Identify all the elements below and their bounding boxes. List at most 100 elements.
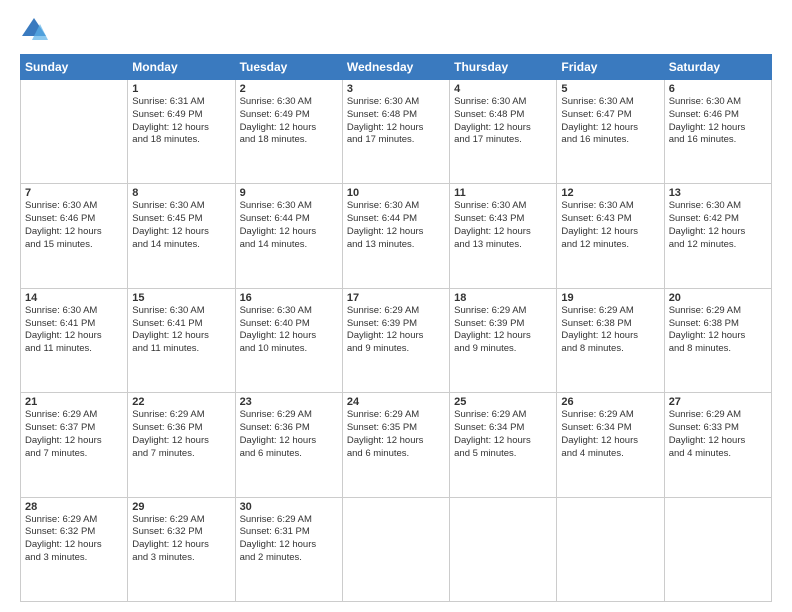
- date-number: 29: [132, 501, 230, 513]
- cell-info: Sunrise: 6:31 AM Sunset: 6:49 PM Dayligh…: [132, 96, 230, 147]
- date-number: 27: [669, 396, 767, 408]
- cell-info: Sunrise: 6:30 AM Sunset: 6:44 PM Dayligh…: [347, 200, 445, 251]
- calendar-cell: [450, 497, 557, 601]
- date-number: 25: [454, 396, 552, 408]
- calendar-cell: 11Sunrise: 6:30 AM Sunset: 6:43 PM Dayli…: [450, 184, 557, 288]
- calendar-cell: 23Sunrise: 6:29 AM Sunset: 6:36 PM Dayli…: [235, 393, 342, 497]
- date-number: 22: [132, 396, 230, 408]
- calendar-cell: 5Sunrise: 6:30 AM Sunset: 6:47 PM Daylig…: [557, 80, 664, 184]
- calendar-cell: 14Sunrise: 6:30 AM Sunset: 6:41 PM Dayli…: [21, 288, 128, 392]
- calendar-day-header: Sunday: [21, 55, 128, 80]
- cell-info: Sunrise: 6:30 AM Sunset: 6:47 PM Dayligh…: [561, 96, 659, 147]
- date-number: 23: [240, 396, 338, 408]
- calendar-cell: 30Sunrise: 6:29 AM Sunset: 6:31 PM Dayli…: [235, 497, 342, 601]
- calendar-day-header: Wednesday: [342, 55, 449, 80]
- calendar-cell: 24Sunrise: 6:29 AM Sunset: 6:35 PM Dayli…: [342, 393, 449, 497]
- calendar-week-row: 7Sunrise: 6:30 AM Sunset: 6:46 PM Daylig…: [21, 184, 772, 288]
- calendar-cell: [21, 80, 128, 184]
- logo: [20, 16, 50, 44]
- calendar-cell: 26Sunrise: 6:29 AM Sunset: 6:34 PM Dayli…: [557, 393, 664, 497]
- cell-info: Sunrise: 6:29 AM Sunset: 6:36 PM Dayligh…: [132, 409, 230, 460]
- cell-info: Sunrise: 6:30 AM Sunset: 6:41 PM Dayligh…: [25, 305, 123, 356]
- date-number: 20: [669, 292, 767, 304]
- date-number: 1: [132, 83, 230, 95]
- cell-info: Sunrise: 6:29 AM Sunset: 6:31 PM Dayligh…: [240, 514, 338, 565]
- cell-info: Sunrise: 6:30 AM Sunset: 6:41 PM Dayligh…: [132, 305, 230, 356]
- cell-info: Sunrise: 6:29 AM Sunset: 6:35 PM Dayligh…: [347, 409, 445, 460]
- calendar-week-row: 28Sunrise: 6:29 AM Sunset: 6:32 PM Dayli…: [21, 497, 772, 601]
- calendar-table: SundayMondayTuesdayWednesdayThursdayFrid…: [20, 54, 772, 602]
- cell-info: Sunrise: 6:30 AM Sunset: 6:49 PM Dayligh…: [240, 96, 338, 147]
- date-number: 6: [669, 83, 767, 95]
- header: [20, 16, 772, 44]
- cell-info: Sunrise: 6:30 AM Sunset: 6:46 PM Dayligh…: [669, 96, 767, 147]
- calendar-cell: 28Sunrise: 6:29 AM Sunset: 6:32 PM Dayli…: [21, 497, 128, 601]
- calendar-day-header: Tuesday: [235, 55, 342, 80]
- cell-info: Sunrise: 6:30 AM Sunset: 6:46 PM Dayligh…: [25, 200, 123, 251]
- date-number: 10: [347, 187, 445, 199]
- date-number: 12: [561, 187, 659, 199]
- date-number: 24: [347, 396, 445, 408]
- cell-info: Sunrise: 6:30 AM Sunset: 6:43 PM Dayligh…: [561, 200, 659, 251]
- date-number: 26: [561, 396, 659, 408]
- calendar-cell: 1Sunrise: 6:31 AM Sunset: 6:49 PM Daylig…: [128, 80, 235, 184]
- cell-info: Sunrise: 6:30 AM Sunset: 6:48 PM Dayligh…: [347, 96, 445, 147]
- page: SundayMondayTuesdayWednesdayThursdayFrid…: [0, 0, 792, 612]
- date-number: 18: [454, 292, 552, 304]
- calendar-cell: 8Sunrise: 6:30 AM Sunset: 6:45 PM Daylig…: [128, 184, 235, 288]
- calendar-cell: 27Sunrise: 6:29 AM Sunset: 6:33 PM Dayli…: [664, 393, 771, 497]
- calendar-cell: 16Sunrise: 6:30 AM Sunset: 6:40 PM Dayli…: [235, 288, 342, 392]
- date-number: 2: [240, 83, 338, 95]
- calendar-day-header: Monday: [128, 55, 235, 80]
- calendar-cell: 9Sunrise: 6:30 AM Sunset: 6:44 PM Daylig…: [235, 184, 342, 288]
- calendar-cell: 22Sunrise: 6:29 AM Sunset: 6:36 PM Dayli…: [128, 393, 235, 497]
- cell-info: Sunrise: 6:29 AM Sunset: 6:32 PM Dayligh…: [25, 514, 123, 565]
- date-number: 17: [347, 292, 445, 304]
- cell-info: Sunrise: 6:29 AM Sunset: 6:38 PM Dayligh…: [561, 305, 659, 356]
- calendar-cell: 13Sunrise: 6:30 AM Sunset: 6:42 PM Dayli…: [664, 184, 771, 288]
- date-number: 30: [240, 501, 338, 513]
- calendar-header-row: SundayMondayTuesdayWednesdayThursdayFrid…: [21, 55, 772, 80]
- calendar-cell: 2Sunrise: 6:30 AM Sunset: 6:49 PM Daylig…: [235, 80, 342, 184]
- calendar-cell: 20Sunrise: 6:29 AM Sunset: 6:38 PM Dayli…: [664, 288, 771, 392]
- calendar-day-header: Thursday: [450, 55, 557, 80]
- date-number: 3: [347, 83, 445, 95]
- calendar-week-row: 1Sunrise: 6:31 AM Sunset: 6:49 PM Daylig…: [21, 80, 772, 184]
- calendar-cell: 25Sunrise: 6:29 AM Sunset: 6:34 PM Dayli…: [450, 393, 557, 497]
- cell-info: Sunrise: 6:29 AM Sunset: 6:34 PM Dayligh…: [454, 409, 552, 460]
- calendar-day-header: Saturday: [664, 55, 771, 80]
- cell-info: Sunrise: 6:30 AM Sunset: 6:40 PM Dayligh…: [240, 305, 338, 356]
- date-number: 8: [132, 187, 230, 199]
- calendar-cell: 3Sunrise: 6:30 AM Sunset: 6:48 PM Daylig…: [342, 80, 449, 184]
- cell-info: Sunrise: 6:29 AM Sunset: 6:34 PM Dayligh…: [561, 409, 659, 460]
- cell-info: Sunrise: 6:29 AM Sunset: 6:39 PM Dayligh…: [347, 305, 445, 356]
- cell-info: Sunrise: 6:29 AM Sunset: 6:36 PM Dayligh…: [240, 409, 338, 460]
- cell-info: Sunrise: 6:30 AM Sunset: 6:48 PM Dayligh…: [454, 96, 552, 147]
- calendar-cell: 29Sunrise: 6:29 AM Sunset: 6:32 PM Dayli…: [128, 497, 235, 601]
- calendar-cell: 19Sunrise: 6:29 AM Sunset: 6:38 PM Dayli…: [557, 288, 664, 392]
- date-number: 5: [561, 83, 659, 95]
- cell-info: Sunrise: 6:30 AM Sunset: 6:43 PM Dayligh…: [454, 200, 552, 251]
- date-number: 9: [240, 187, 338, 199]
- cell-info: Sunrise: 6:29 AM Sunset: 6:37 PM Dayligh…: [25, 409, 123, 460]
- calendar-cell: [557, 497, 664, 601]
- cell-info: Sunrise: 6:30 AM Sunset: 6:44 PM Dayligh…: [240, 200, 338, 251]
- calendar-cell: [342, 497, 449, 601]
- date-number: 19: [561, 292, 659, 304]
- cell-info: Sunrise: 6:29 AM Sunset: 6:32 PM Dayligh…: [132, 514, 230, 565]
- calendar-cell: 15Sunrise: 6:30 AM Sunset: 6:41 PM Dayli…: [128, 288, 235, 392]
- calendar-cell: 4Sunrise: 6:30 AM Sunset: 6:48 PM Daylig…: [450, 80, 557, 184]
- calendar-cell: 7Sunrise: 6:30 AM Sunset: 6:46 PM Daylig…: [21, 184, 128, 288]
- date-number: 7: [25, 187, 123, 199]
- calendar-cell: 18Sunrise: 6:29 AM Sunset: 6:39 PM Dayli…: [450, 288, 557, 392]
- date-number: 13: [669, 187, 767, 199]
- cell-info: Sunrise: 6:30 AM Sunset: 6:42 PM Dayligh…: [669, 200, 767, 251]
- calendar-cell: 12Sunrise: 6:30 AM Sunset: 6:43 PM Dayli…: [557, 184, 664, 288]
- calendar-week-row: 21Sunrise: 6:29 AM Sunset: 6:37 PM Dayli…: [21, 393, 772, 497]
- date-number: 11: [454, 187, 552, 199]
- date-number: 14: [25, 292, 123, 304]
- calendar-day-header: Friday: [557, 55, 664, 80]
- cell-info: Sunrise: 6:29 AM Sunset: 6:38 PM Dayligh…: [669, 305, 767, 356]
- calendar-cell: 10Sunrise: 6:30 AM Sunset: 6:44 PM Dayli…: [342, 184, 449, 288]
- cell-info: Sunrise: 6:29 AM Sunset: 6:39 PM Dayligh…: [454, 305, 552, 356]
